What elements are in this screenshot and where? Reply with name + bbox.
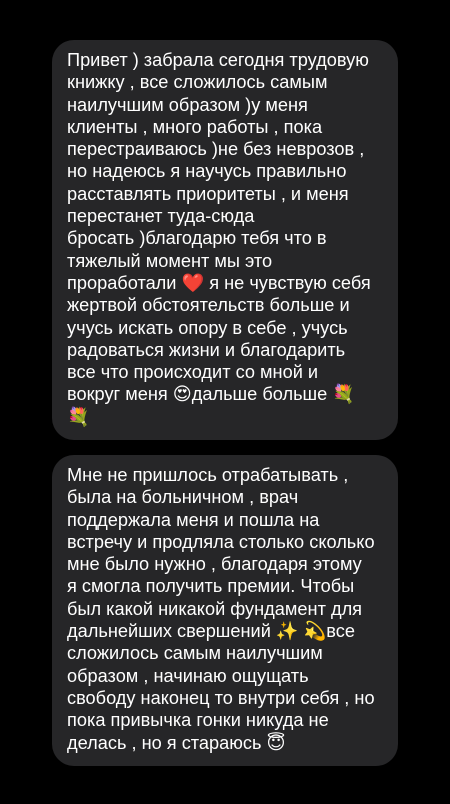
message-line: пока привычка гонки никуда не: [67, 710, 329, 731]
message-line: перестраиваюсь )не без неврозов ,: [67, 139, 365, 160]
message-line: поддержала меня и пошла на: [67, 509, 320, 530]
message-line: я смогла получить премии. Чтобы: [67, 576, 355, 597]
message-line: перестанет туда-сюда: [67, 206, 255, 227]
message-line: мне было нужно , благодаря этому: [67, 554, 362, 575]
message-line: все что происходит со мной и: [67, 362, 319, 383]
message-line: расставлять приоритеты , и меня: [67, 183, 349, 204]
message-line: Мне не пришлось отрабатывать ,: [67, 465, 349, 485]
message-line: образом , начинаю ощущать: [67, 665, 309, 686]
message-line: бросать )благодарю тебя что в: [67, 228, 327, 249]
message-line: радоваться жизни и благодарить: [67, 339, 346, 360]
message-line: сложилось самым наилучшим: [67, 643, 323, 664]
chat-screen: Привет ) забрала сегодня трудовую книжку…: [0, 0, 450, 804]
message-line: тяжелый момент мы это: [67, 250, 273, 271]
message-line: жертвой обстоятельств больше и: [67, 295, 350, 316]
message-line: проработали ❤️ я не чувствую себя: [67, 272, 371, 293]
message-line: но надеюсь я научусь правильно: [67, 161, 347, 182]
message-line: 💐: [67, 406, 90, 427]
message-line: был какой никакой фундамент для: [67, 598, 363, 619]
message-line: учусь искать опору в себе , учусь: [67, 317, 348, 338]
message-line: книжку , все сложилось самым: [67, 72, 328, 93]
message-line: свободу наконец то внутри себя , но: [67, 687, 375, 708]
message-bubble-1[interactable]: Привет ) забрала сегодня трудовую книжку…: [52, 40, 398, 440]
message-line: Привет ) забрала сегодня трудовую: [67, 50, 369, 70]
message-line: клиенты , много работы , пока: [67, 116, 323, 137]
message-line: встречу и продляла столько сколько: [67, 531, 375, 552]
message-line: наилучшим образом )у меня: [67, 94, 308, 115]
message-line: была на больничном , врач: [67, 487, 299, 508]
message-line: делась , но я стараюсь 😇: [67, 732, 286, 753]
message-line: дальнейших свершений ✨ 💫все: [67, 621, 355, 642]
message-line: вокруг меня 😍дальше больше 💐: [67, 384, 355, 405]
message-bubble-2[interactable]: Мне не пришлось отрабатывать , была на б…: [52, 455, 398, 766]
